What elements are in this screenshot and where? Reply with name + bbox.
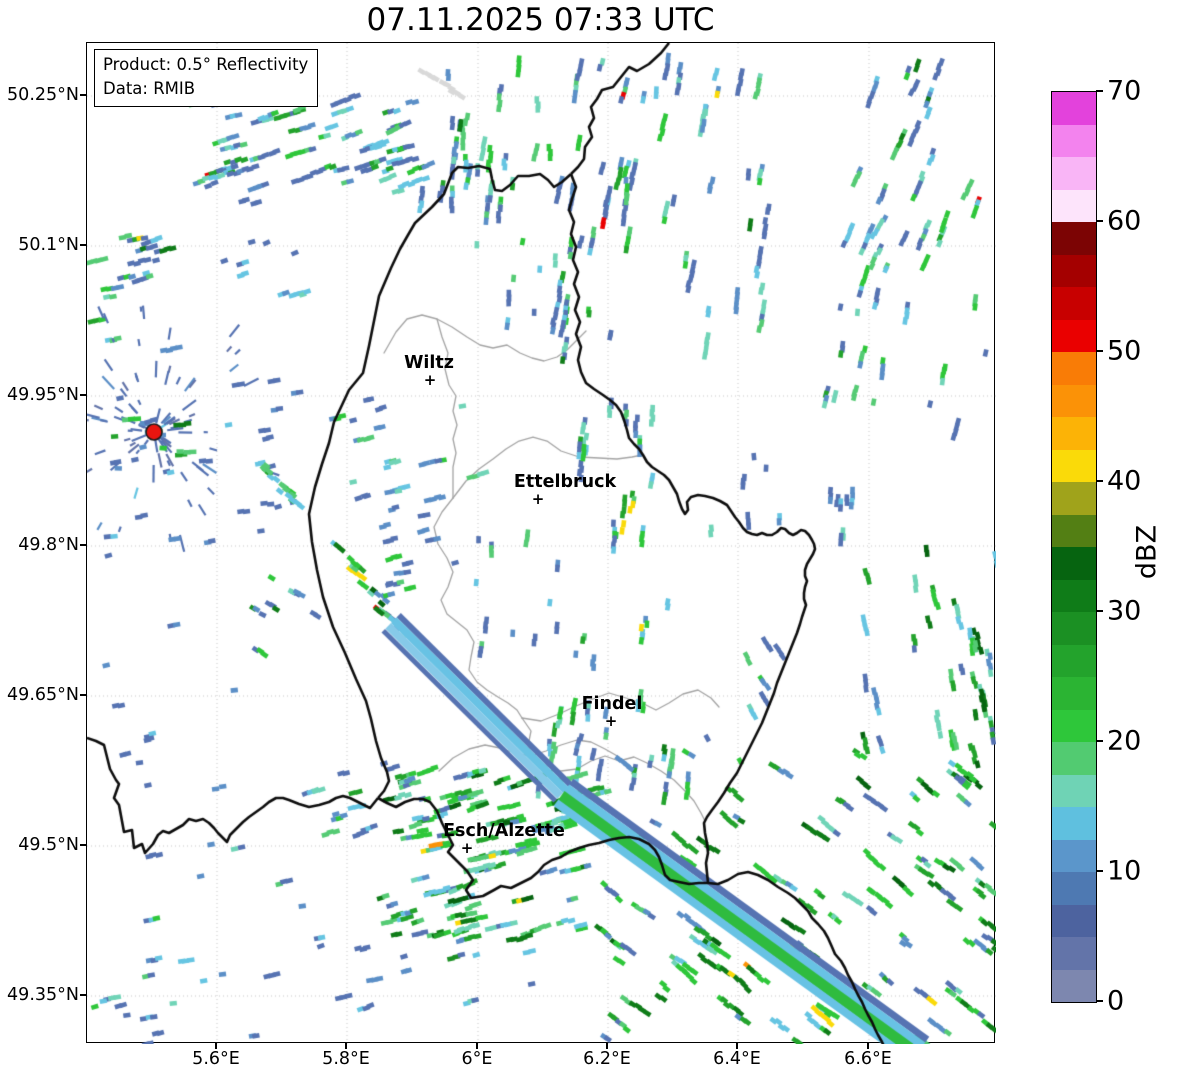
city-marker-icon: +	[460, 839, 474, 857]
colorbar-band	[1052, 124, 1096, 157]
colorbar-band	[1052, 254, 1096, 287]
colorbar-band	[1052, 937, 1096, 970]
colorbar-band	[1052, 579, 1096, 612]
colorbar-band	[1052, 872, 1096, 905]
x-axis-tick-label: 6.4°E	[713, 1049, 761, 1069]
y-axis-tick-label: 49.65°N	[7, 685, 79, 705]
x-axis-tick-label: 5.8°E	[322, 1049, 370, 1069]
colorbar-tick	[1096, 870, 1103, 872]
colorbar-band	[1052, 709, 1096, 742]
city-marker-icon: +	[531, 490, 545, 508]
x-axis-tick-label: 6°E	[461, 1049, 493, 1069]
y-axis-tick	[80, 244, 86, 246]
y-axis-tick-label: 49.8°N	[18, 535, 79, 555]
y-axis-tick-label: 49.95°N	[7, 385, 79, 405]
colorbar-band	[1052, 514, 1096, 547]
colorbar-band	[1052, 839, 1096, 872]
colorbar-band	[1052, 612, 1096, 645]
colorbar-band	[1052, 92, 1096, 125]
x-axis-tick	[345, 1043, 347, 1049]
colorbar-band	[1052, 807, 1096, 840]
y-axis-tick	[80, 94, 86, 96]
product-info-line2: Data: RMIB	[103, 78, 196, 98]
x-axis-tick	[215, 1043, 217, 1049]
colorbar-tick-label: 70	[1107, 75, 1142, 107]
colorbar-tick-label: 10	[1107, 855, 1142, 887]
colorbar-band	[1052, 742, 1096, 775]
y-axis-tick	[80, 844, 86, 846]
colorbar-tick	[1096, 1000, 1103, 1002]
colorbar-tick-label: 0	[1107, 985, 1125, 1017]
colorbar-band	[1052, 449, 1096, 482]
colorbar-band	[1052, 482, 1096, 515]
city-label-wiltz: Wiltz	[404, 353, 454, 373]
city-marker-icon: +	[423, 371, 437, 389]
colorbar-tick	[1096, 610, 1103, 612]
product-info-line1: Product: 0.5° Reflectivity	[103, 55, 309, 74]
colorbar-band	[1052, 904, 1096, 937]
product-info-box: Product: 0.5° Reflectivity Data: RMIB	[94, 49, 319, 107]
colorbar-tick-label: 50	[1107, 335, 1142, 367]
colorbar-band	[1052, 384, 1096, 417]
x-axis-tick	[867, 1043, 869, 1049]
city-marker-icon: +	[604, 712, 618, 730]
colorbar-band	[1052, 677, 1096, 710]
y-axis-tick	[80, 394, 86, 396]
colorbar-band	[1052, 157, 1096, 190]
y-axis-tick-label: 50.1°N	[18, 235, 79, 255]
colorbar-tick-label: 60	[1107, 205, 1142, 237]
colorbar-tick	[1096, 480, 1103, 482]
y-axis-tick	[80, 544, 86, 546]
y-axis-tick-label: 49.35°N	[7, 985, 79, 1005]
colorbar-tick	[1096, 220, 1103, 222]
radar-map-canvas	[87, 43, 996, 1044]
colorbar-tick	[1096, 90, 1103, 92]
colorbar-band	[1052, 644, 1096, 677]
figure-title: 07.11.2025 07:33 UTC	[366, 2, 715, 38]
colorbar-band	[1052, 969, 1096, 1002]
colorbar-band	[1052, 222, 1096, 255]
colorbar-tick	[1096, 350, 1103, 352]
colorbar-band	[1052, 287, 1096, 320]
colorbar-band	[1052, 352, 1096, 385]
colorbar-band	[1052, 319, 1096, 352]
city-label-ettelbruck: Ettelbruck	[513, 472, 617, 492]
y-axis-tick-label: 50.25°N	[7, 85, 79, 105]
city-label-esch-alzette: Esch/Alzette	[443, 821, 565, 841]
colorbar-unit-label: dBZ	[1131, 524, 1163, 580]
y-axis-tick	[80, 694, 86, 696]
city-label-findel: Findel	[581, 694, 643, 714]
colorbar	[1051, 91, 1097, 1003]
map-plot-area: Product: 0.5° Reflectivity Data: RMIB Wi…	[86, 42, 996, 1044]
y-axis-tick	[80, 994, 86, 996]
colorbar-band	[1052, 774, 1096, 807]
colorbar-tick	[1096, 740, 1103, 742]
x-axis-tick-label: 6.2°E	[583, 1049, 631, 1069]
colorbar-band	[1052, 189, 1096, 222]
x-axis-tick	[606, 1043, 608, 1049]
x-axis-tick-label: 6.6°E	[844, 1049, 892, 1069]
x-axis-tick-label: 5.6°E	[192, 1049, 240, 1069]
colorbar-tick-label: 40	[1107, 465, 1142, 497]
x-axis-tick	[476, 1043, 478, 1049]
x-axis-tick	[736, 1043, 738, 1049]
colorbar-band	[1052, 417, 1096, 450]
y-axis-tick-label: 49.5°N	[18, 835, 79, 855]
colorbar-tick-label: 30	[1107, 595, 1142, 627]
radar-figure: 07.11.2025 07:33 UTC Product: 0.5° Refle…	[0, 0, 1184, 1081]
colorbar-tick-label: 20	[1107, 725, 1142, 757]
colorbar-band	[1052, 547, 1096, 580]
